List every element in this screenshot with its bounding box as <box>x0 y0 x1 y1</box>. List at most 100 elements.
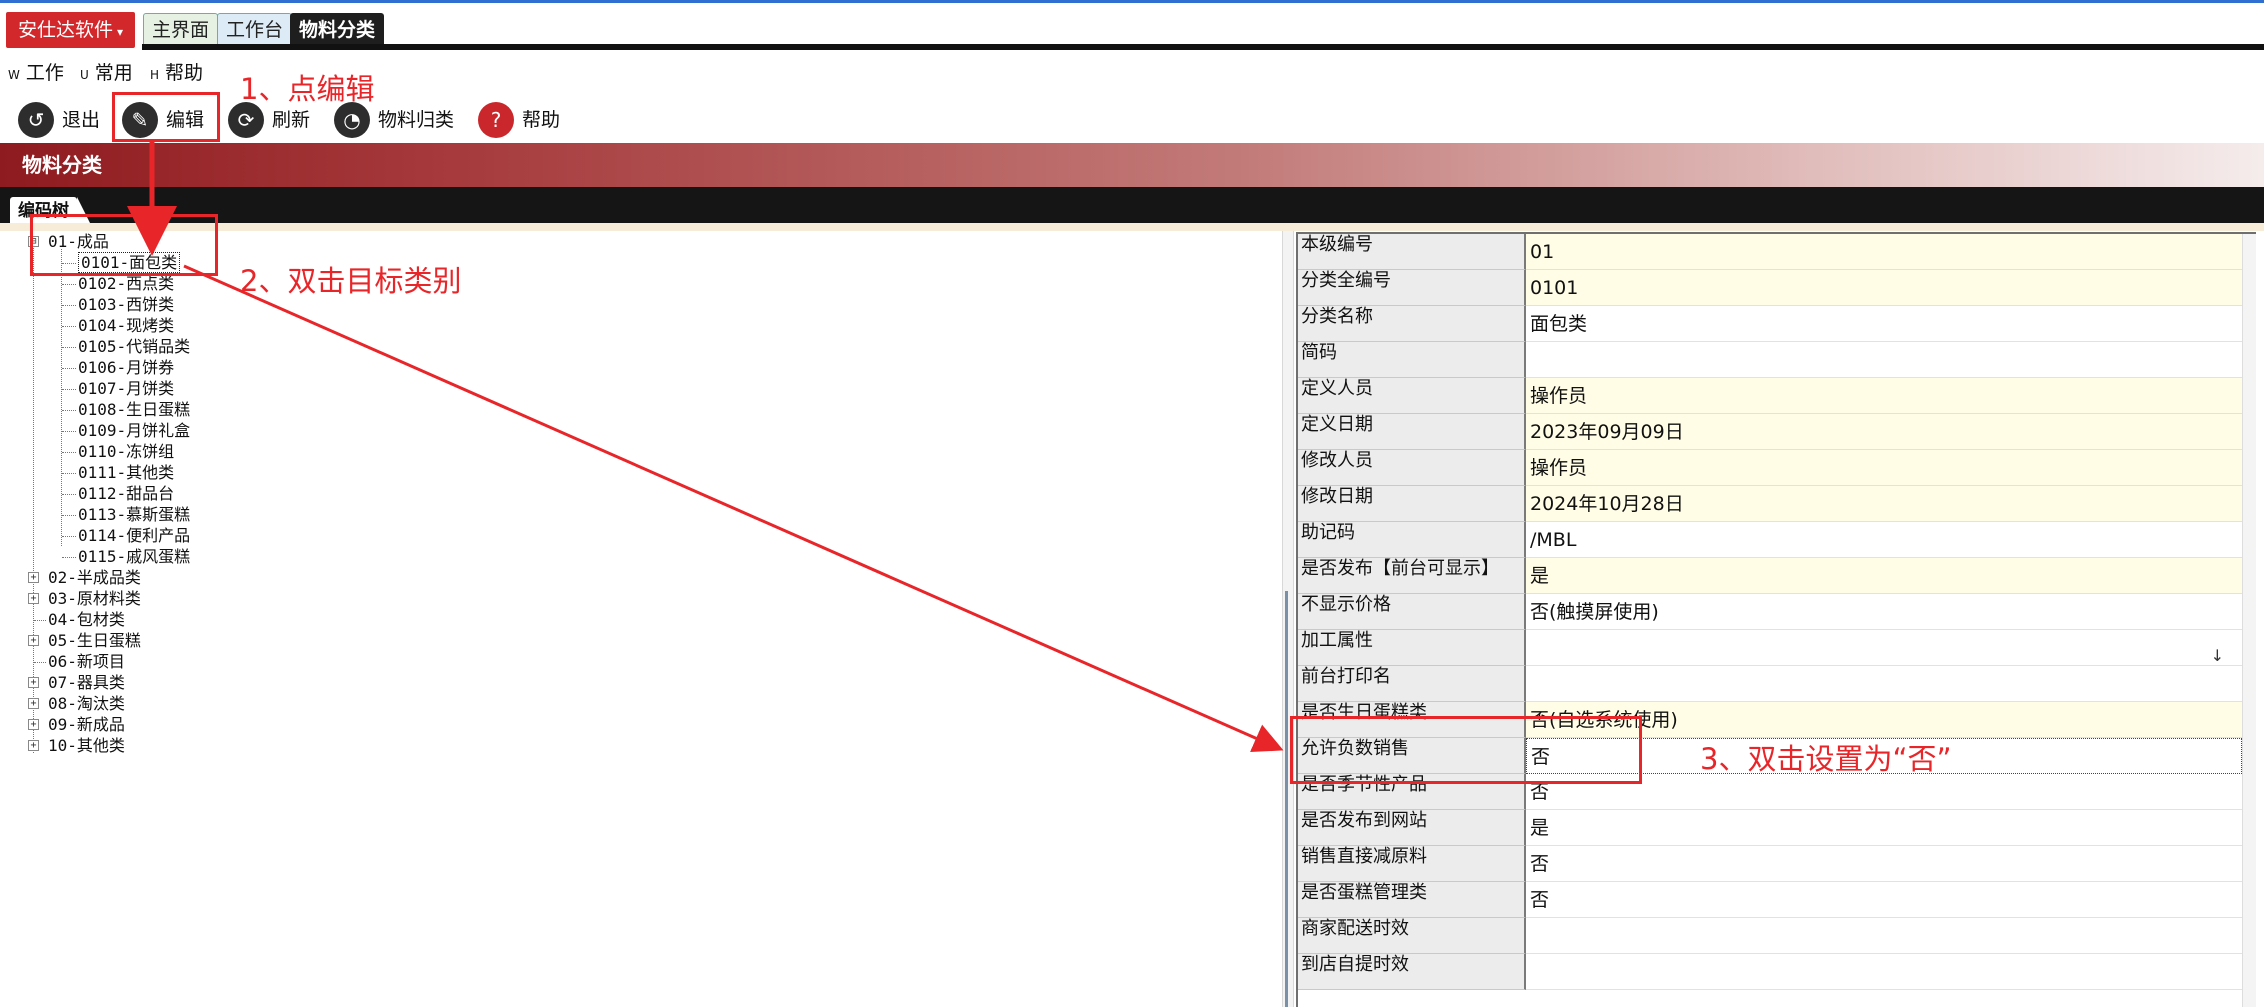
property-row: 分类名称 面包类 <box>1298 306 2256 342</box>
property-row: 到店自提时效 <box>1298 954 2256 990</box>
property-label: 定义人员 <box>1298 378 1526 414</box>
property-label: 是否发布【前台可显示】 <box>1298 558 1526 594</box>
menu-work[interactable]: W 工作 <box>8 58 64 90</box>
help-button[interactable]: ? 帮助 <box>478 100 570 140</box>
property-label: 商家配送时效 <box>1298 918 1526 954</box>
property-row: 是否发布【前台可显示】是 <box>1298 558 2256 594</box>
property-row: 分类全编号 0101 <box>1298 270 2256 306</box>
property-label: 助记码 <box>1298 522 1526 558</box>
tree-node-child[interactable]: 0108-生日蛋糕 <box>78 399 190 420</box>
tree-node-child[interactable]: 0106-月饼券 <box>78 357 174 378</box>
tree-connector <box>62 431 76 432</box>
property-value-field[interactable]: 操作员 <box>1526 450 2242 486</box>
property-label: 定义日期 <box>1298 414 1526 450</box>
caret-down-icon: ▾ <box>117 25 124 39</box>
tree-node-child[interactable]: 0107-月饼类 <box>78 378 174 399</box>
tree-node-child[interactable]: 0104-现烤类 <box>78 315 174 336</box>
tree-node-child[interactable]: 0115-戚风蛋糕 <box>78 546 190 567</box>
property-value-field[interactable]: 2023年09月09日 <box>1526 414 2242 450</box>
annotation-box-allow-negative <box>1290 716 1642 784</box>
property-value-field[interactable]: 操作员 <box>1526 378 2242 414</box>
tree-connector <box>62 473 76 474</box>
annotation-step-1: 1、点编辑 <box>240 72 375 106</box>
tree-connector <box>62 305 76 306</box>
tree-node-child[interactable]: 0114-便利产品 <box>78 525 190 546</box>
tree-node-child[interactable]: 0109-月饼礼盒 <box>78 420 190 441</box>
tree-connector <box>62 410 76 411</box>
expand-toggle-icon[interactable]: + <box>28 719 39 730</box>
expand-toggle-icon[interactable]: + <box>28 572 39 583</box>
property-value-field[interactable]: 否 <box>1526 882 2242 918</box>
panel-header-bar <box>0 187 2264 223</box>
property-row: 修改日期 2024年10月28日 <box>1298 486 2256 522</box>
property-value-field[interactable]: 是 <box>1526 558 2242 594</box>
property-value-field[interactable] <box>1526 342 2242 378</box>
tree-connector <box>62 536 76 537</box>
panel-splitter[interactable] <box>1282 231 1294 1007</box>
property-row: 助记码/MBL <box>1298 522 2256 558</box>
property-row: 加工属性 ↓ <box>1298 630 2256 666</box>
property-value-field[interactable] <box>1526 666 2242 702</box>
exit-button[interactable]: ↺ 退出 <box>18 100 110 140</box>
property-value-field[interactable]: 0101 <box>1526 270 2242 306</box>
annotation-box-tree-node <box>30 214 218 276</box>
tree-node-child[interactable]: 0105-代销品类 <box>78 336 190 357</box>
brand-menu-button[interactable]: 安仕达软件 ▾ <box>6 12 136 48</box>
property-value-field[interactable]: 2024年10月28日 <box>1526 486 2242 522</box>
tree-node-child[interactable]: 0102-西点类 <box>78 273 174 294</box>
exit-icon: ↺ <box>18 102 54 138</box>
expand-toggle-icon[interactable]: + <box>28 740 39 751</box>
expand-toggle-icon[interactable]: + <box>28 593 39 604</box>
property-value-field[interactable]: ↓ <box>1526 630 2242 666</box>
property-row: 修改人员 操作员 <box>1298 450 2256 486</box>
expand-toggle-icon[interactable]: + <box>28 635 39 646</box>
tree-node-child[interactable]: 0111-其他类 <box>78 462 174 483</box>
tree-connector <box>62 368 76 369</box>
property-row: 本级编号 01 <box>1298 234 2256 270</box>
code-tree: ⊟ 01-成品 0101-面包类 0102-西点类 0103-西饼类 0104-现烤类… <box>0 231 1282 1007</box>
tree-node-child[interactable]: 0103-西饼类 <box>78 294 174 315</box>
tab-workbench[interactable]: 工作台 <box>217 13 293 45</box>
property-value-field[interactable]: /MBL <box>1526 522 2242 558</box>
tree-connector <box>34 620 46 621</box>
tree-connector <box>61 249 62 546</box>
tree-connector <box>34 662 46 663</box>
tree-connector <box>62 326 76 327</box>
property-row: 是否蛋糕管理类否 <box>1298 882 2256 918</box>
property-label: 前台打印名 <box>1298 666 1526 702</box>
property-value-field[interactable]: 否(触摸屏使用) <box>1526 594 2242 630</box>
tree-node-child[interactable]: 0110-冻饼组 <box>78 441 174 462</box>
expand-toggle-icon[interactable]: + <box>28 677 39 688</box>
property-label: 修改人员 <box>1298 450 1526 486</box>
page-banner: 物料分类 <box>0 143 2264 187</box>
property-value-field[interactable]: 面包类 <box>1526 306 2242 342</box>
splitter-handle[interactable] <box>1285 591 1292 1007</box>
tree-node-child[interactable]: 0112-甜品台 <box>78 483 174 504</box>
property-label: 本级编号 <box>1298 234 1526 270</box>
tree-node-child[interactable]: 0113-慕斯蛋糕 <box>78 504 190 525</box>
property-value-field[interactable] <box>1526 954 2242 990</box>
menu-help[interactable]: H 帮助 <box>150 58 203 90</box>
tab-bar: 安仕达软件 ▾ 主界面 工作台 物料分类 <box>0 3 2264 48</box>
tab-main[interactable]: 主界面 <box>143 13 219 45</box>
property-row: 销售直接减原料否 <box>1298 846 2256 882</box>
brand-label: 安仕达软件 <box>18 19 114 41</box>
tree-connector <box>62 452 76 453</box>
property-label: 分类名称 <box>1298 306 1526 342</box>
tab-material-category[interactable]: 物料分类 <box>290 13 385 45</box>
property-label: 加工属性 <box>1298 630 1526 666</box>
property-label: 分类全编号 <box>1298 270 1526 306</box>
property-value-field[interactable]: 否 <box>1526 846 2242 882</box>
property-label: 简码 <box>1298 342 1526 378</box>
tree-connector <box>62 389 76 390</box>
property-value-field[interactable]: 01 <box>1526 234 2242 270</box>
property-value-field[interactable]: 是 <box>1526 810 2242 846</box>
property-value-field[interactable] <box>1526 918 2242 954</box>
property-row: 前台打印名 <box>1298 666 2256 702</box>
property-row: 商家配送时效 <box>1298 918 2256 954</box>
page-title: 物料分类 <box>22 153 102 177</box>
property-row: 定义人员 操作员 <box>1298 378 2256 414</box>
expand-toggle-icon[interactable]: + <box>28 698 39 709</box>
grid-scrollbar[interactable] <box>2242 234 2256 1007</box>
menu-common[interactable]: U 常用 <box>80 58 133 90</box>
